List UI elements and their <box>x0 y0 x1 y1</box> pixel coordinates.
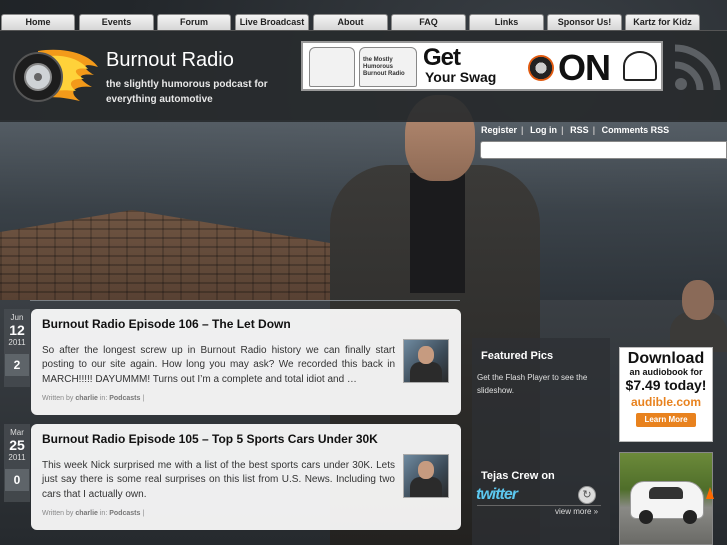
divider <box>30 300 460 301</box>
post-year: 2011 <box>8 453 26 462</box>
post-meta: Written by charlie in: Podcasts | <box>42 510 144 517</box>
refresh-icon[interactable]: ↻ <box>578 486 596 504</box>
meta-prefix: Written by <box>42 510 74 517</box>
post-month: Jun <box>10 313 24 322</box>
comments-rss-link[interactable]: Comments RSS <box>602 125 670 135</box>
rss-feed-icon[interactable] <box>672 43 722 93</box>
audible-ad[interactable]: Download an audiobook for $7.49 today! a… <box>619 347 713 442</box>
flash-player-note[interactable]: Get the Flash Player to see the slidesho… <box>477 371 605 397</box>
comment-count[interactable]: 2 <box>5 354 29 376</box>
site-title[interactable]: Burnout Radio <box>106 49 234 72</box>
ad-subline: an audiobook for <box>629 367 703 377</box>
category-link[interactable]: Podcasts <box>109 395 140 402</box>
race-car-image <box>630 481 704 524</box>
traffic-cone-icon <box>706 487 714 499</box>
post-day: 12 <box>9 322 25 338</box>
banner-your-swag-text: Your Swag <box>425 69 497 85</box>
tshirt-image-1 <box>309 47 355 87</box>
background-second-person <box>670 280 727 352</box>
rss-link[interactable]: RSS <box>570 125 589 135</box>
divider <box>477 505 601 506</box>
account-links: Register | Log in | RSS | Comments RSS <box>481 125 673 135</box>
meta-separator: | <box>142 510 145 517</box>
link-separator: | <box>592 125 596 135</box>
link-separator: | <box>561 125 564 135</box>
post-excerpt: So after the longest screw up in Burnout… <box>42 345 395 385</box>
learn-more-button[interactable]: Learn More <box>636 413 696 427</box>
view-more-link[interactable]: view more » <box>555 507 598 516</box>
post-date-badge: Jun 12 2011 2 <box>4 309 30 387</box>
post-day: 25 <box>9 437 25 453</box>
banner-shirt-text: the Mostly Humorous Burnout Radio <box>363 57 405 77</box>
nav-about[interactable]: About <box>313 14 388 30</box>
post-thumbnail[interactable] <box>403 339 449 383</box>
post-card: Burnout Radio Episode 106 – The Let Down… <box>31 309 461 415</box>
nav-live-broadcast[interactable]: Live Broadcast <box>235 14 309 30</box>
category-link[interactable]: Podcasts <box>109 510 140 517</box>
post-thumbnail[interactable] <box>403 454 449 498</box>
login-link[interactable]: Log in <box>530 125 557 135</box>
nav-links[interactable]: Links <box>469 14 544 30</box>
twitter-heading: Tejas Crew on <box>481 470 555 482</box>
site-header: Burnout Radio the slightly humorous podc… <box>0 30 727 122</box>
site-tagline: the slightly humorous podcast for everyt… <box>106 79 268 105</box>
post-year: 2011 <box>8 338 26 347</box>
ad-price: $7.49 today! <box>625 377 707 393</box>
nav-forum[interactable]: Forum <box>157 14 231 30</box>
author-link[interactable]: charlie <box>75 395 98 402</box>
post-title[interactable]: Burnout Radio Episode 106 – The Let Down <box>42 317 291 331</box>
post-excerpt: This week Nick surprised me with a list … <box>42 460 395 500</box>
link-separator: | <box>521 125 524 135</box>
banner-get-text: Get <box>423 44 461 71</box>
search-input[interactable] <box>480 141 727 159</box>
main-nav: Home Events Forum Live Broadcast About F… <box>0 14 727 30</box>
nav-kartz-for-kidz[interactable]: Kartz for Kidz <box>625 14 700 30</box>
post-meta: Written by charlie in: Podcasts | <box>42 395 144 402</box>
post-card: Burnout Radio Episode 105 – Top 5 Sports… <box>31 424 461 530</box>
nav-events[interactable]: Events <box>79 14 154 30</box>
post-month: Mar <box>10 428 24 437</box>
register-link[interactable]: Register <box>481 125 517 135</box>
meta-in: in: <box>99 395 108 402</box>
swag-banner-ad[interactable]: the Mostly Humorous Burnout Radio Get Yo… <box>301 41 663 91</box>
ad-headline: Download <box>627 350 705 367</box>
audible-logo: audible.com <box>630 395 701 409</box>
post-date-badge: Mar 25 2011 0 <box>4 424 30 502</box>
cap-image <box>623 51 657 81</box>
tire-icon <box>528 55 554 81</box>
banner-on-text: ON <box>558 47 611 88</box>
nav-faq[interactable]: FAQ <box>391 14 466 30</box>
author-link[interactable]: charlie <box>75 510 98 517</box>
post-title[interactable]: Burnout Radio Episode 105 – Top 5 Sports… <box>42 432 378 446</box>
nav-home[interactable]: Home <box>1 14 75 30</box>
meta-prefix: Written by <box>42 395 74 402</box>
twitter-logo-icon[interactable]: twitter <box>476 486 518 504</box>
featured-pics-heading: Featured Pics <box>481 350 554 362</box>
meta-in: in: <box>99 510 108 517</box>
comment-count[interactable]: 0 <box>5 469 29 491</box>
nav-sponsor-us[interactable]: Sponsor Us! <box>547 14 622 30</box>
meta-separator: | <box>142 395 145 402</box>
flaming-tire-logo-icon[interactable] <box>8 45 100 107</box>
race-car-ad-image[interactable] <box>619 452 714 545</box>
